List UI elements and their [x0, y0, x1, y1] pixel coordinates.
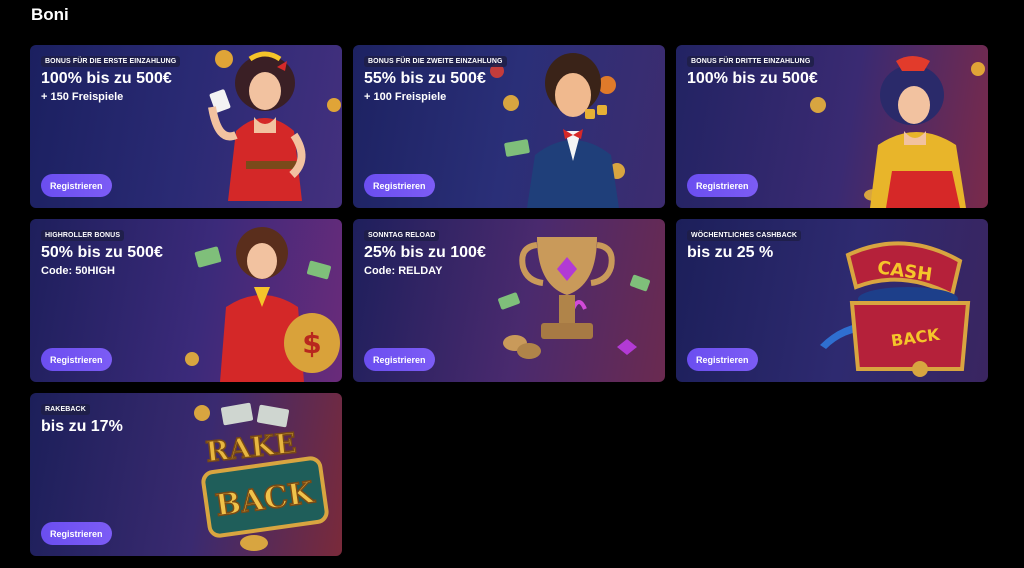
register-button[interactable]: Registrieren	[687, 174, 758, 197]
bonus-badge: WÖCHENTLICHES CASHBACK	[687, 230, 802, 241]
man-with-dice-icon	[490, 53, 625, 208]
bonus-badge: SONNTAG RELOAD	[364, 230, 440, 241]
register-button[interactable]: Registrieren	[687, 348, 758, 371]
bonus-headline: 100% bis zu 500€	[687, 70, 818, 87]
pinup-woman-red-dress-icon	[208, 50, 341, 201]
page-title: Boni	[31, 5, 69, 24]
bonus-headline: bis zu 25 %	[687, 244, 774, 261]
register-button[interactable]: Registrieren	[41, 522, 112, 545]
register-button[interactable]: Registrieren	[41, 348, 112, 371]
bonus-headline: 55% bis zu 500€	[364, 70, 486, 87]
register-button[interactable]: Registrieren	[364, 174, 435, 197]
pinup-woman-yellow-top-icon	[810, 56, 985, 208]
bonus-headline: bis zu 17%	[41, 418, 123, 435]
svg-text:$: $	[302, 327, 321, 360]
register-button[interactable]: Registrieren	[41, 174, 112, 197]
cashback-chest-icon: CASH BACK	[820, 241, 971, 377]
rakeback-sign-icon: RAKE BACK	[194, 402, 329, 551]
bonus-card-third-deposit: BONUS FÜR DRITTE EINZAHLUNG 100% bis zu …	[676, 45, 988, 208]
bonus-subline: + 150 Freispiele	[41, 91, 124, 103]
bonus-card-weekly-cashback: CASH BACK WÖCHENTLICHES CASHBACK bis zu …	[676, 219, 988, 382]
bonus-badge: BONUS FÜR DRITTE EINZAHLUNG	[687, 56, 815, 67]
bonus-card-sunday-reload: SONNTAG RELOAD 25% bis zu 100€ Code: REL…	[353, 219, 665, 382]
bonus-card-highroller: $ HIGHROLLER BONUS 50% bis zu 500€ Code:…	[30, 219, 342, 382]
bonus-badge: BONUS FÜR DIE ZWEITE EINZAHLUNG	[364, 56, 507, 67]
bonus-card-second-deposit: BONUS FÜR DIE ZWEITE EINZAHLUNG 55% bis …	[353, 45, 665, 208]
bonus-headline: 100% bis zu 500€	[41, 70, 172, 87]
bonus-subline: Code: 50HIGH	[41, 265, 115, 277]
trophy-icon	[498, 237, 650, 359]
bonus-headline: 50% bis zu 500€	[41, 244, 163, 261]
bonus-badge: BONUS FÜR DIE ERSTE EINZAHLUNG	[41, 56, 181, 67]
bonus-badge: RAKEBACK	[41, 404, 90, 415]
bonus-headline: 25% bis zu 100€	[364, 244, 486, 261]
bonus-card-rakeback: RAKE BACK RAKEBACK bis zu 17% Registrier…	[30, 393, 342, 556]
bonus-card-first-deposit: BONUS FÜR DIE ERSTE EINZAHLUNG 100% bis …	[30, 45, 342, 208]
woman-with-money-bag-icon: $	[185, 227, 340, 382]
register-button[interactable]: Registrieren	[364, 348, 435, 371]
bonus-subline: + 100 Freispiele	[364, 91, 447, 103]
bonus-subline: Code: RELDAY	[364, 265, 443, 277]
bonus-badge: HIGHROLLER BONUS	[41, 230, 125, 241]
